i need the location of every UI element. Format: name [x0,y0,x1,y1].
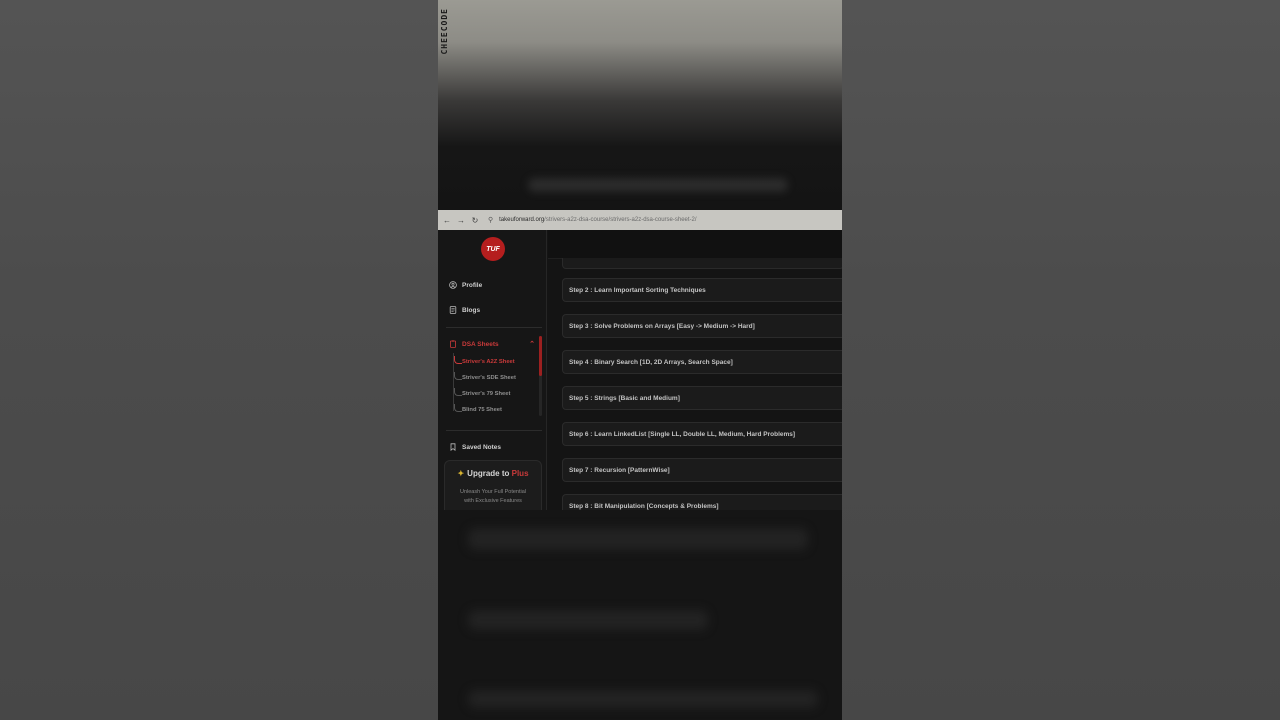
video-frame: CHEECODE ← → ↻ ⚲ takeuforward.org/strive… [438,0,842,720]
document-icon [449,306,457,314]
sidebar-item-label: DSA Sheets [462,340,499,348]
step-card[interactable]: Step 2 : Learn Important Sorting Techniq… [562,278,842,302]
upgrade-plus-label: Plus [511,469,529,478]
url-text[interactable]: takeuforward.org/strivers-a2z-dsa-course… [499,217,696,223]
top-navbar [548,230,842,259]
bookmark-icon [449,443,457,451]
step-card[interactable]: Step 4 : Binary Search [1D, 2D Arrays, S… [562,350,842,374]
step-title: Step 4 : Binary Search [1D, 2D Arrays, S… [569,358,733,366]
sidebar-item-blogs[interactable]: Blogs [449,306,480,314]
sheet-label: Blind 75 Sheet [462,407,502,413]
chevron-up-icon[interactable]: ⌃ [529,340,535,348]
sheet-label: Striver's 79 Sheet [462,391,511,397]
user-circle-icon [449,281,457,289]
sheet-item-79[interactable]: Striver's 79 Sheet [454,388,511,397]
step-card[interactable]: Step 8 : Bit Manipulation [Concepts & Pr… [562,494,842,510]
blurred-caption [528,178,788,192]
sidebar-item-label: Profile [462,281,483,289]
tree-branch [454,404,462,412]
upgrade-card[interactable]: ✦ Upgrade to Plus Unleash Your Full Poten… [444,460,542,510]
sidebar-item-saved-notes[interactable]: Saved Notes [449,443,501,451]
sidebar-scrollbar[interactable] [539,336,542,416]
reload-icon[interactable]: ↻ [468,216,482,225]
blurred-shape [468,528,808,550]
sidebar: TUF Profile Blogs DSA Sheets ⌃ Striver's… [438,230,547,510]
url-domain: takeuforward.org [499,217,545,223]
sidebar-item-profile[interactable]: Profile [449,281,482,289]
upgrade-subtitle: Unleash Your Full Potential with Exclusiv… [449,488,537,506]
upgrade-title: ✦ Upgrade to Plus [445,469,541,478]
forward-icon[interactable]: → [454,216,468,225]
step-title: Step 3 : Solve Problems on Arrays [Easy … [569,322,755,330]
sheet-item-sde[interactable]: Striver's SDE Sheet [454,372,516,381]
tree-branch [454,356,462,364]
step-title: Step 2 : Learn Important Sorting Techniq… [569,286,706,294]
back-icon[interactable]: ← [440,216,454,225]
step-title: Step 7 : Recursion [PatternWise] [569,466,670,474]
browser-address-bar[interactable]: ← → ↻ ⚲ takeuforward.org/strivers-a2z-ds… [438,210,842,230]
url-path: /strivers-a2z-dsa-course/strivers-a2z-ds… [544,217,697,223]
sheet-item-blind-75[interactable]: Blind 75 Sheet [454,404,502,413]
blurred-top-band [438,0,842,210]
sparkle-icon: ✦ [457,469,465,478]
step-card-partial[interactable] [562,258,842,269]
upgrade-title-prefix: Upgrade to [467,469,512,478]
step-card[interactable]: Step 6 : Learn LinkedList [Single LL, Do… [562,422,842,446]
right-blurred-background [842,0,1280,720]
tuf-logo[interactable]: TUF [481,237,505,261]
main-content: Step 2 : Learn Important Sorting Techniq… [548,230,842,510]
webpage: TUF Profile Blogs DSA Sheets ⌃ Striver's… [438,230,842,510]
step-card[interactable]: Step 5 : Strings [Basic and Medium] [562,386,842,410]
tree-branch [454,372,462,380]
upgrade-subtitle-line1: Unleash Your Full Potential [459,489,527,495]
step-title: Step 6 : Learn LinkedList [Single LL, Do… [569,430,796,438]
sheet-label: Striver's A2Z Sheet [462,359,515,365]
tree-branch [454,388,462,396]
clipboard-icon [449,340,457,348]
left-blurred-background [0,0,438,720]
step-title: Step 5 : Strings [Basic and Medium] [569,394,680,402]
step-card[interactable]: Step 7 : Recursion [PatternWise] [562,458,842,482]
sidebar-item-label: Saved Notes [462,443,502,451]
sidebar-divider [446,327,542,328]
sidebar-divider [446,430,542,431]
sidebar-item-dsa-sheets[interactable]: DSA Sheets ⌃ [449,340,535,348]
blurred-shape [468,690,818,708]
step-card[interactable]: Step 3 : Solve Problems on Arrays [Easy … [562,314,842,338]
site-info-icon[interactable]: ⚲ [488,216,493,224]
upgrade-subtitle-line2: with Exclusive Features [464,498,522,504]
blurred-shape [468,610,708,630]
sheet-label: Striver's SDE Sheet [462,375,516,381]
blurred-bottom-area [438,510,842,720]
channel-watermark: CHEECODE [440,8,449,55]
sidebar-item-label: Blogs [462,306,481,314]
scrollbar-thumb[interactable] [539,336,542,376]
step-title: Step 8 : Bit Manipulation [Concepts & Pr… [569,502,719,510]
sheet-item-a2z[interactable]: Striver's A2Z Sheet [454,356,515,365]
